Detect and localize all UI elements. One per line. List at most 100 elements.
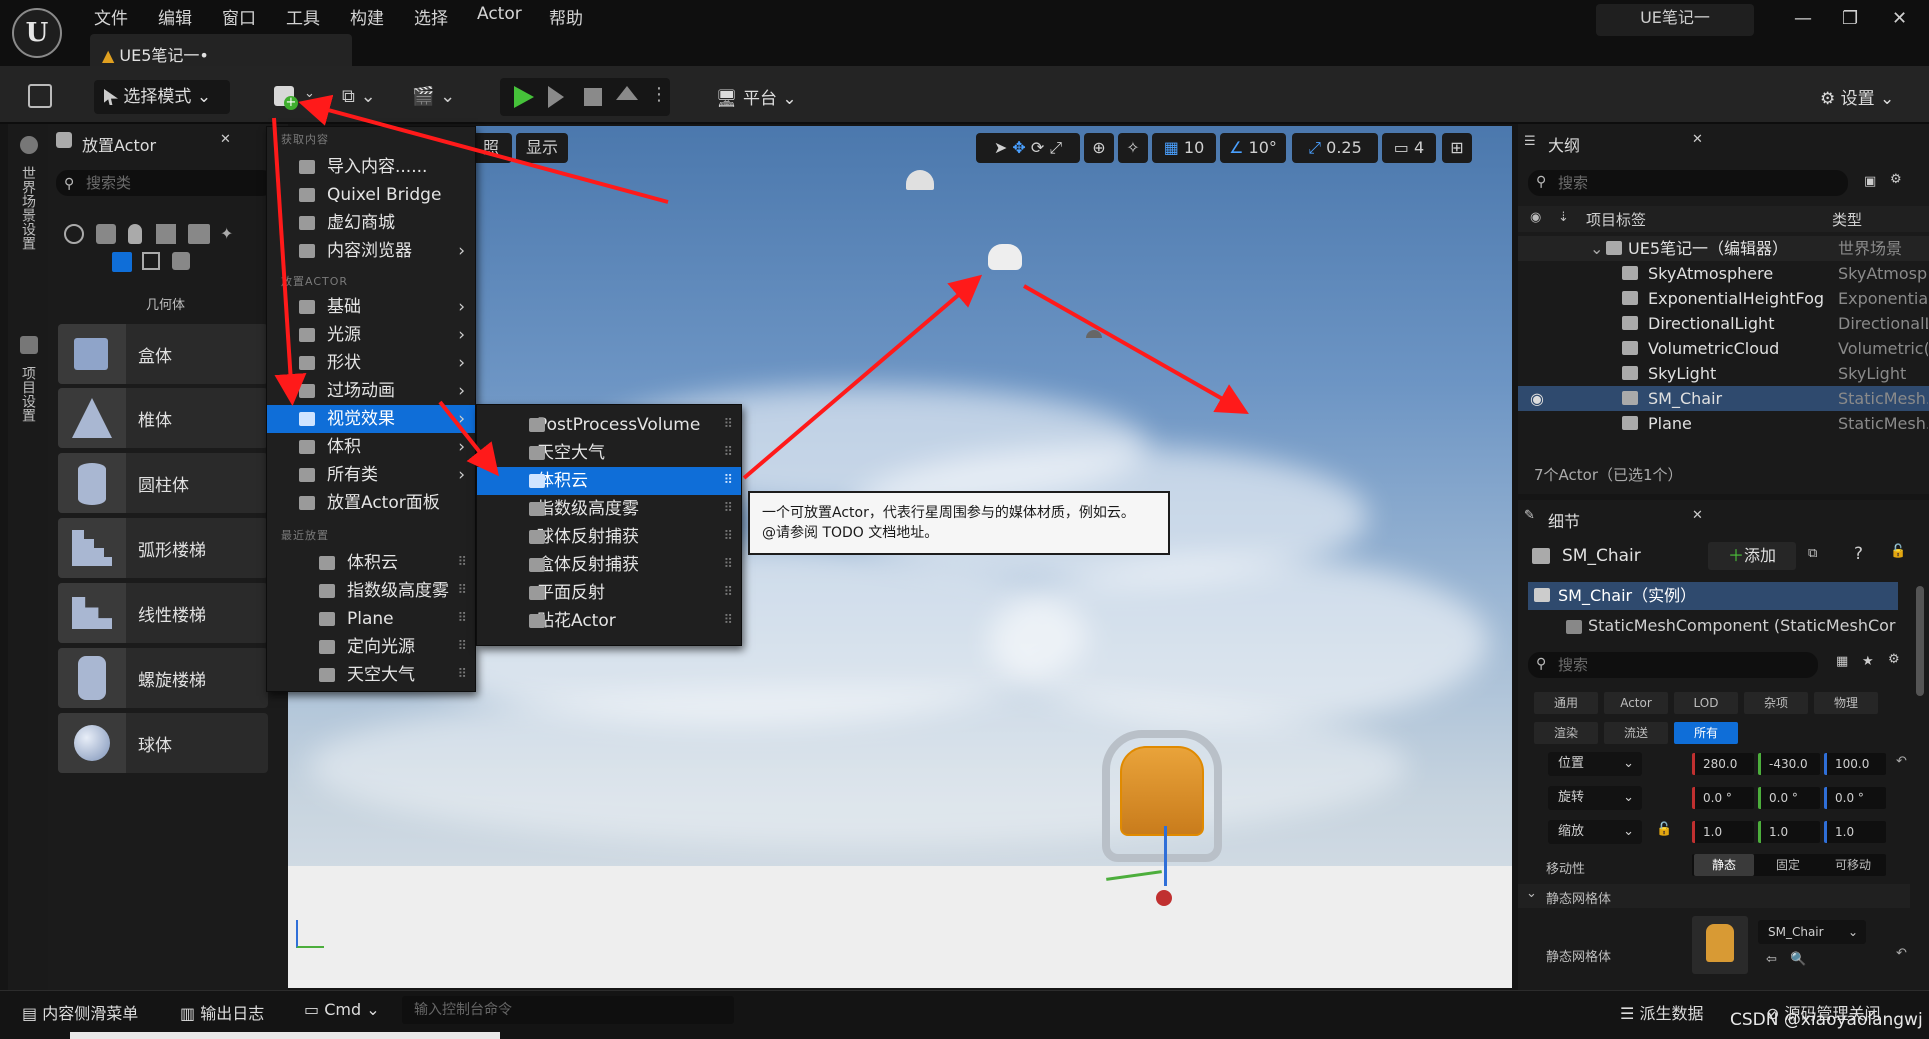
recent-item-directional-light[interactable]: 定向光源 ⠿ — [267, 633, 475, 661]
menu-item-quixel[interactable]: Quixel Bridge — [267, 181, 475, 209]
eject-icon[interactable] — [616, 86, 638, 100]
console-command-input[interactable]: 输入控制台命令 — [402, 996, 734, 1024]
submenu-item-decal[interactable]: 贴花Actor ⠿ — [477, 607, 741, 635]
outliner-row[interactable]: ExponentialHeightFog Exponential — [1518, 286, 1929, 311]
outliner-row[interactable]: SkyLight SkyLight — [1518, 361, 1929, 386]
submenu-item-volumetric-cloud[interactable]: 体积云 ⠿ — [477, 467, 741, 495]
actor-name[interactable]: SM_Chair — [1562, 546, 1641, 566]
drag-grip-icon[interactable]: ⠿ — [723, 495, 732, 523]
drag-grip-icon[interactable]: ⠿ — [723, 579, 732, 607]
close-icon[interactable]: ✕ — [1892, 8, 1907, 29]
drag-grip-icon[interactable]: ⠿ — [457, 633, 466, 661]
location-y-field[interactable]: -430.0 — [1758, 753, 1820, 775]
camera-speed-button[interactable]: ▭ 4 — [1382, 133, 1436, 163]
shapes-icon[interactable] — [156, 224, 176, 244]
drag-grip-icon[interactable]: ⠿ — [723, 523, 732, 551]
rotation-dropdown[interactable]: 旋转 ⌄ — [1548, 786, 1642, 810]
submenu-item-postprocess[interactable]: PostProcessVolume ⠿ — [477, 411, 741, 439]
outliner-row[interactable]: SkyAtmosphere SkyAtmosp — [1518, 261, 1929, 286]
outliner-row-selected[interactable]: ◉ SM_Chair StaticMesh. — [1518, 386, 1929, 411]
menu-tools[interactable]: 工具 — [286, 4, 320, 29]
lock-icon[interactable]: 🔓 — [1656, 822, 1672, 837]
geometry-icon[interactable] — [112, 252, 132, 272]
volume-icon[interactable] — [142, 252, 160, 270]
scale-x-field[interactable]: 1.0 — [1692, 821, 1754, 843]
drag-grip-icon[interactable]: ⠿ — [723, 551, 732, 579]
column-type[interactable]: 类型 — [1832, 209, 1862, 230]
actor-item-spiral-stair[interactable]: 螺旋楼梯 — [58, 648, 268, 708]
derived-data-button[interactable]: ☰ 派生数据 — [1620, 1000, 1703, 1024]
menu-build[interactable]: 构建 — [350, 4, 384, 29]
gizmo-z-axis[interactable] — [1164, 826, 1167, 886]
gear-icon[interactable]: ⚙ — [1890, 172, 1902, 187]
submenu-item-box-reflection[interactable]: 盒体反射捕获 ⠿ — [477, 551, 741, 579]
viewport-layout-icon[interactable]: ⊞ — [1442, 133, 1472, 163]
table-view-icon[interactable]: ▦ — [1836, 654, 1848, 669]
submenu-item-height-fog[interactable]: 指数级高度雾 ⠿ — [477, 495, 741, 523]
content-drawer-button[interactable]: ▤ 内容侧滑菜单 — [22, 1000, 138, 1024]
menu-item-lights[interactable]: 光源 › — [267, 321, 475, 349]
menu-select[interactable]: 选择 — [414, 4, 448, 29]
sky-light-icon[interactable] — [1086, 330, 1102, 338]
more-options-icon[interactable]: ⋮ — [650, 84, 668, 105]
all-classes-icon[interactable] — [172, 252, 190, 270]
menu-item-import[interactable]: 导入内容...... — [267, 153, 475, 181]
world-space-icon[interactable]: ⊕ — [1084, 133, 1114, 163]
menu-item-volumes[interactable]: 体积 › — [267, 433, 475, 461]
cinematics-dropdown[interactable]: 🎬 ⌄ — [412, 86, 455, 107]
stop-icon[interactable] — [584, 88, 602, 106]
outliner-row[interactable]: VolumetricCloud Volumetric( — [1518, 336, 1929, 361]
filter-tab[interactable]: LOD — [1674, 692, 1738, 714]
help-icon[interactable]: ? — [1854, 544, 1863, 564]
rotation-x-field[interactable]: 0.0 ° — [1692, 787, 1754, 809]
actor-item-curved-stair[interactable]: 弧形楼梯 — [58, 518, 268, 578]
scale-dropdown[interactable]: 缩放 ⌄ — [1548, 820, 1642, 844]
menu-item-place-actor-panel[interactable]: 放置Actor面板 — [267, 489, 475, 517]
scale-z-field[interactable]: 1.0 — [1824, 821, 1886, 843]
visual-effects-icon[interactable]: ✦ — [220, 224, 233, 243]
menu-item-marketplace[interactable]: 虚幻商城 — [267, 209, 475, 237]
details-search-input[interactable]: 搜索 — [1528, 652, 1818, 678]
submenu-item-sphere-reflection[interactable]: 球体反射捕获 ⠿ — [477, 523, 741, 551]
component-instance-row[interactable]: SM_Chair（实例） — [1528, 582, 1898, 610]
surface-snap-icon[interactable]: ✧ — [1118, 133, 1148, 163]
submenu-item-planar-reflection[interactable]: 平面反射 ⠿ — [477, 579, 741, 607]
cmd-dropdown[interactable]: ▭ Cmd ⌄ — [304, 1000, 380, 1019]
close-icon[interactable]: ✕ — [1692, 508, 1703, 523]
filter-tab[interactable]: 杂项 — [1744, 692, 1808, 714]
visibility-eye-icon[interactable]: ◉ — [1530, 386, 1544, 411]
location-x-field[interactable]: 280.0 — [1692, 753, 1754, 775]
location-dropdown[interactable]: 位置 ⌄ — [1548, 752, 1642, 776]
actor-item-box[interactable]: 盒体 — [58, 324, 268, 384]
recent-item-height-fog[interactable]: 指数级高度雾 ⠿ — [267, 577, 475, 605]
drag-grip-icon[interactable]: ⠿ — [723, 607, 732, 635]
blueprint-dropdown[interactable]: ⧉ ⌄ — [342, 86, 376, 107]
actor-item-sphere[interactable]: 球体 — [58, 713, 268, 773]
filter-tab[interactable]: Actor — [1604, 692, 1668, 714]
outliner-search-input[interactable]: 搜索 — [1528, 170, 1848, 196]
drag-grip-icon[interactable]: ⠿ — [723, 439, 732, 467]
actor-item-cone[interactable]: 椎体 — [58, 388, 268, 448]
lock-icon[interactable]: 🔓 — [1890, 544, 1906, 559]
add-folder-icon[interactable]: ▣ — [1864, 174, 1876, 189]
rotate-tool-icon[interactable]: ⟳ — [1031, 138, 1044, 157]
scale-snap-button[interactable]: ⤢ 0.25 — [1292, 133, 1378, 163]
filter-tab[interactable]: 渲染 — [1534, 722, 1598, 744]
menu-window[interactable]: 窗口 — [222, 4, 256, 29]
menu-item-shapes[interactable]: 形状 › — [267, 349, 475, 377]
menu-item-cinematic[interactable]: 过场动画 › — [267, 377, 475, 405]
filter-tab-all[interactable]: 所有 — [1674, 722, 1738, 744]
minimize-icon[interactable]: — — [1794, 8, 1812, 29]
close-icon[interactable]: ✕ — [1692, 132, 1703, 147]
reset-icon[interactable]: ↶ — [1896, 754, 1907, 769]
mobility-stationary[interactable]: 固定 — [1758, 854, 1818, 876]
gizmo-origin[interactable] — [1156, 890, 1172, 906]
recent-icon[interactable] — [64, 224, 84, 244]
close-icon[interactable]: ✕ — [220, 132, 231, 147]
drag-grip-icon[interactable]: ⠿ — [457, 661, 466, 689]
static-mesh-thumbnail[interactable] — [1692, 916, 1748, 974]
outliner-row[interactable]: Plane StaticMesh. — [1518, 411, 1929, 436]
recent-item-volumetric-cloud[interactable]: 体积云 ⠿ — [267, 549, 475, 577]
rotation-y-field[interactable]: 0.0 ° — [1758, 787, 1820, 809]
menu-item-all-classes[interactable]: 所有类 › — [267, 461, 475, 489]
